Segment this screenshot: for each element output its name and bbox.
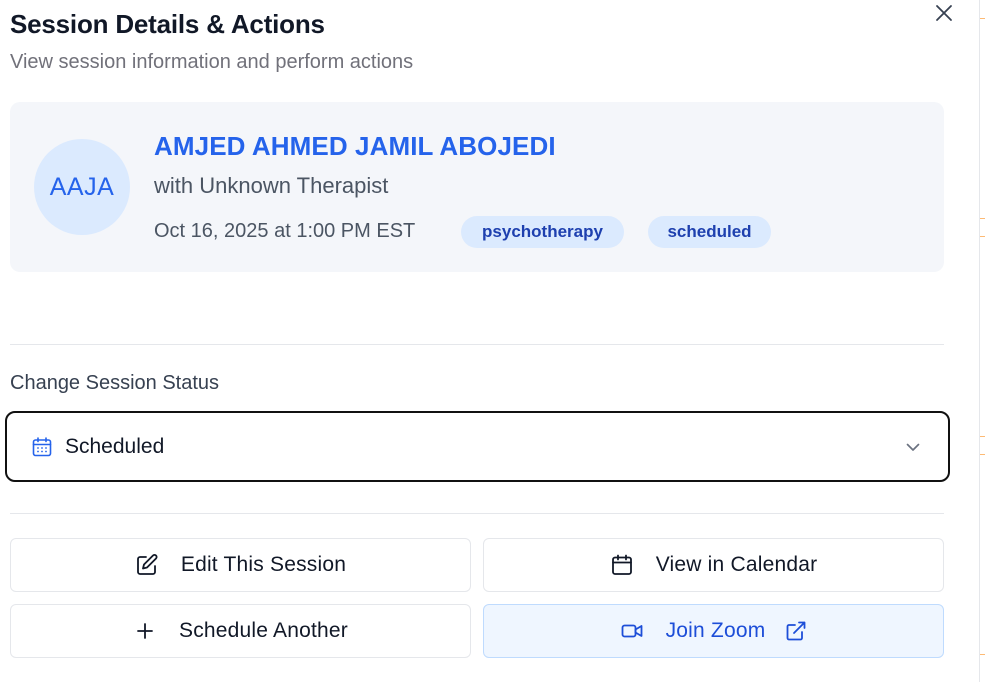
dialog-subtitle: View session information and perform act… (10, 51, 414, 73)
avatar: AAJA (34, 139, 130, 235)
edit-session-button[interactable]: Edit This Session (10, 538, 471, 592)
view-calendar-label: View in Calendar (655, 553, 818, 576)
dialog-title: Session Details & Actions (10, 9, 325, 39)
calendar-icon (610, 553, 634, 577)
calendar-icon (32, 437, 52, 457)
divider (10, 344, 944, 345)
schedule-another-button[interactable]: Schedule Another (10, 604, 471, 658)
session-details-dialog: Session Details & Actions View session i… (0, 0, 985, 682)
background-page-mark (980, 218, 985, 219)
background-page-mark (980, 236, 985, 237)
edit-session-label: Edit This Session (180, 553, 347, 576)
close-icon (936, 5, 952, 21)
background-page-mark (980, 436, 985, 437)
status-select-value: Scheduled (65, 435, 165, 458)
client-name: AMJED AHMED JAMIL ABOJEDI (154, 131, 556, 161)
plus-icon (133, 619, 157, 643)
join-zoom-label: Join Zoom (665, 619, 766, 642)
background-page-edge (979, 0, 980, 682)
close-button[interactable] (930, 0, 958, 26)
chevron-down-icon (906, 443, 920, 451)
external-link-icon (785, 620, 807, 642)
background-page-mark (980, 18, 985, 19)
video-icon (620, 619, 644, 643)
join-zoom-button[interactable]: Join Zoom (483, 604, 944, 658)
status-select-label: Change Session Status (10, 372, 220, 394)
session-summary-card: AAJA AMJED AHMED JAMIL ABOJEDI with Unkn… (10, 102, 944, 272)
session-type-badge: psychotherapy (461, 216, 624, 248)
session-status-select[interactable]: Scheduled (5, 411, 950, 482)
schedule-another-label: Schedule Another (179, 619, 348, 642)
edit-icon (135, 553, 159, 577)
session-datetime: Oct 16, 2025 at 1:00 PM EST (154, 220, 416, 242)
view-calendar-button[interactable]: View in Calendar (483, 538, 944, 592)
therapist-name: with Unknown Therapist (154, 173, 389, 198)
divider (10, 513, 944, 514)
background-page-mark (980, 454, 985, 455)
status-badge: scheduled (648, 216, 771, 248)
background-page-mark (980, 654, 985, 655)
